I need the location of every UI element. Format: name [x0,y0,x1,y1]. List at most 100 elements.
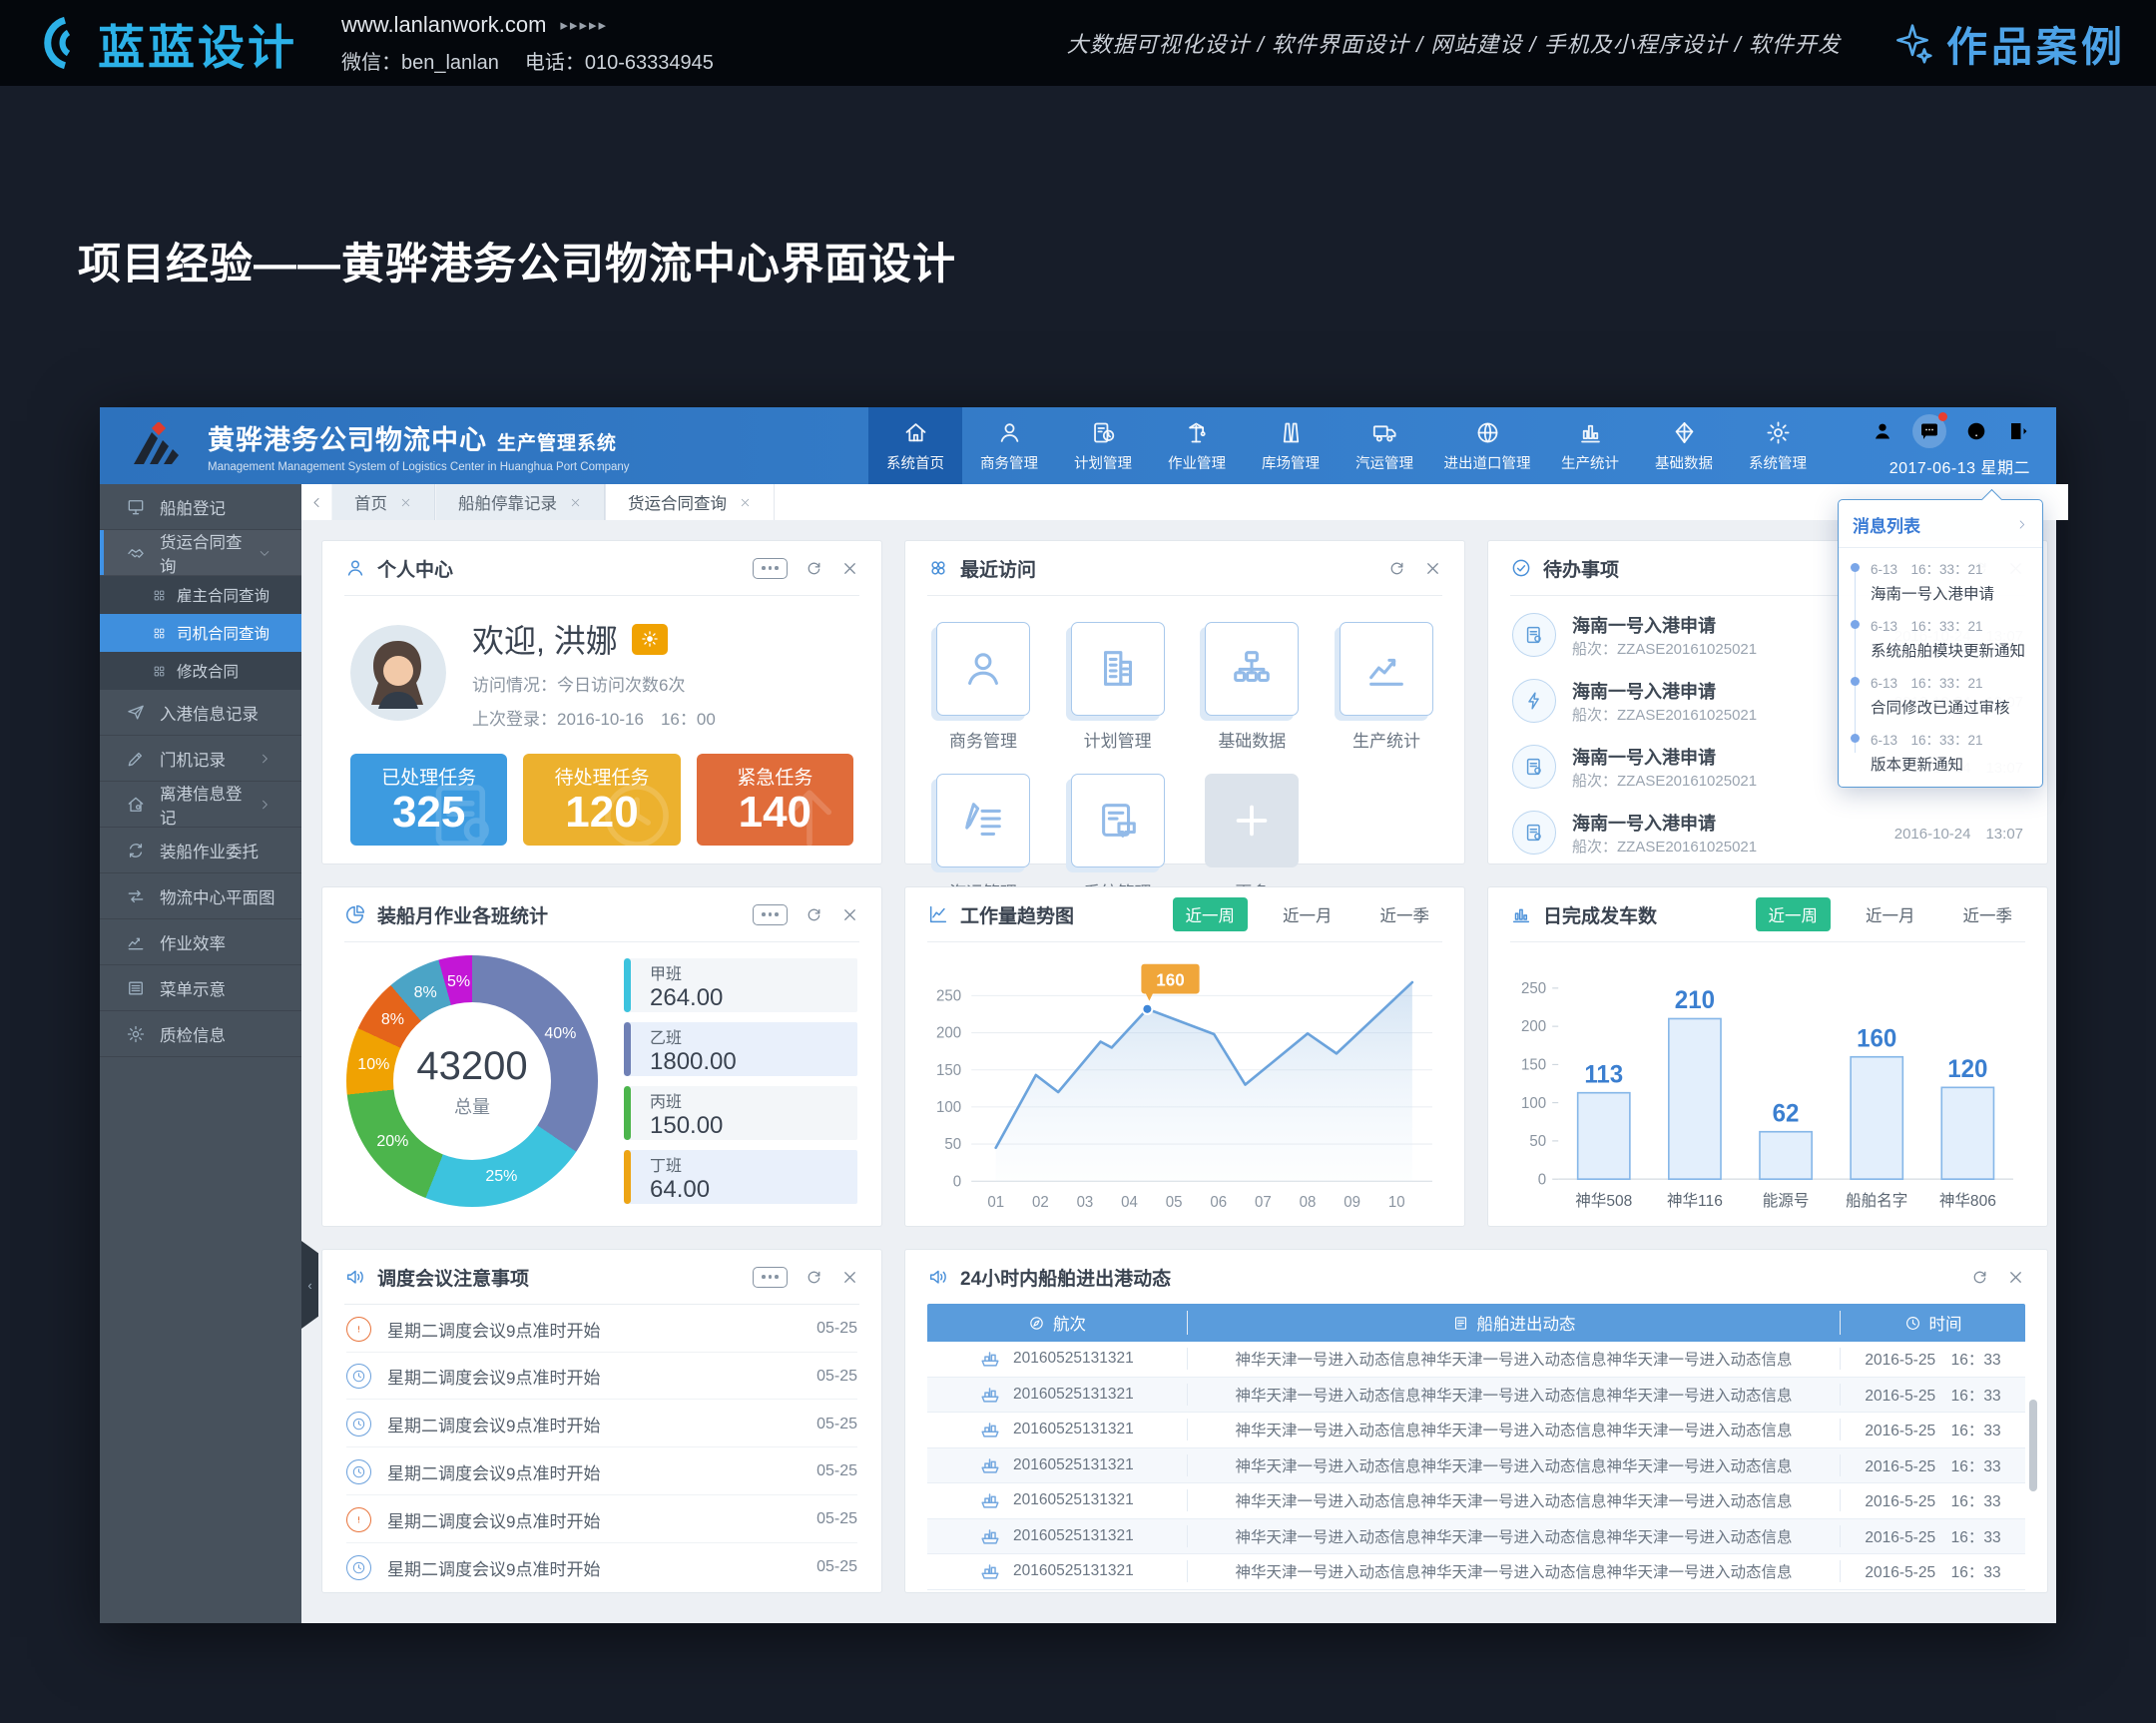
tab-close-icon[interactable] [739,496,752,509]
sidebar-item-菜单示意[interactable]: 菜单示意 [100,965,301,1011]
tab-货运合同查询[interactable]: 货运合同查询 [605,484,775,520]
shortcut-tile[interactable] [1205,774,1299,867]
todo-item[interactable]: 海南一号入港申请船次：ZZASE20161025021 2016-10-24 1… [1512,800,2023,865]
sidebar-item-离港信息登记[interactable]: 离港信息登记 [100,782,301,828]
sidebar-item-修改合同[interactable]: 修改合同 [100,652,301,690]
close-button[interactable] [1423,559,1442,578]
tab-船舶停靠记录[interactable]: 船舶停靠记录 [435,484,605,520]
todo-icon [1512,811,1556,855]
nav-item-作业管理[interactable]: 作业管理 [1150,407,1244,484]
table-scrollbar[interactable] [2029,1400,2037,1491]
filter-近一周[interactable]: 近一周 [1173,897,1249,931]
shortcut-基础数据[interactable]: 基础数据 [1204,622,1300,752]
nav-item-基础数据[interactable]: 基础数据 [1637,407,1731,484]
close-button[interactable] [840,559,859,578]
more-button[interactable] [753,558,788,579]
svg-text:能源号: 能源号 [1763,1192,1810,1210]
shortcut-更多[interactable]: 更多 [1204,774,1300,903]
shortcut-tile[interactable] [1205,622,1299,716]
sidebar-item-入港信息记录[interactable]: 入港信息记录 [100,690,301,736]
message-text: 版本更新通知 [1871,753,2032,775]
stat-card-已处理任务[interactable]: 已处理任务325 [350,754,507,846]
website-link[interactable]: www.lanlanwork.com [341,12,546,38]
message-item[interactable]: 6-13 16：33：21版本更新通知 [1839,729,2032,775]
shortcut-tile[interactable] [1071,774,1165,867]
shortcut-tile[interactable] [936,774,1030,867]
sidebar-item-雇主合同查询[interactable]: 雇主合同查询 [100,576,301,614]
nav-item-商务管理[interactable]: 商务管理 [962,407,1056,484]
nav-item-库场管理[interactable]: 库场管理 [1244,407,1338,484]
table-row[interactable]: 20160525131321 神华天津一号进入动态信息神华天津一号进入动态信息神… [927,1378,2025,1414]
portfolio-link[interactable]: 作品案例 [1890,13,2126,73]
table-row[interactable]: 20160525131321 神华天津一号进入动态信息神华天津一号进入动态信息神… [927,1448,2025,1484]
meeting-item[interactable]: 星期二调度会议9点准时开始 05-25 [346,1497,857,1543]
tab-首页[interactable]: 首页 [331,484,435,520]
sidebar-item-装船作业委托[interactable]: 装船作业委托 [100,828,301,873]
table-row[interactable]: 20160525131321 神华天津一号进入动态信息神华天津一号进入动态信息神… [927,1342,2025,1378]
message-item[interactable]: 6-13 16：33：21海南一号入港申请 [1839,558,2032,604]
sidebar-item-质检信息[interactable]: 质检信息 [100,1011,301,1057]
meeting-item[interactable]: 星期二调度会议9点准时开始 05-25 [346,1402,857,1447]
filter-近一季[interactable]: 近一季 [1367,897,1443,931]
logout-icon[interactable] [2006,419,2030,443]
refresh-button[interactable] [805,905,823,924]
sidebar-item-门机记录[interactable]: 门机记录 [100,736,301,782]
nav-item-系统管理[interactable]: 系统管理 [1731,407,1825,484]
close-button[interactable] [2006,1268,2025,1287]
shortcut-生产统计[interactable]: 生产统计 [1339,622,1434,752]
table-row[interactable]: 20160525131321 神华天津一号进入动态信息神华天津一号进入动态信息神… [927,1483,2025,1519]
tab-close-icon[interactable] [569,496,582,509]
nav-label: 生产统计 [1561,452,1619,473]
sidebar-item-物流中心平面图[interactable]: 物流中心平面图 [100,873,301,919]
shortcut-tile[interactable] [936,622,1030,716]
nav-label: 基础数据 [1655,452,1713,473]
shortcut-tile[interactable] [1071,622,1165,716]
refresh-button[interactable] [1387,559,1406,578]
tab-close-icon[interactable] [399,496,412,509]
refresh-button[interactable] [805,559,823,578]
profile-icon[interactable] [1871,419,1894,443]
message-item[interactable]: 6-13 16：33：21系统船舶模块更新通知 [1839,615,2032,661]
more-button[interactable] [753,904,788,925]
table-row[interactable]: 20160525131321 神华天津一号进入动态信息神华天津一号进入动态信息神… [927,1413,2025,1448]
refresh-button[interactable] [805,1268,823,1287]
stat-card-待处理任务[interactable]: 待处理任务120 [523,754,680,846]
filter-近一月[interactable]: 近一月 [1270,897,1346,931]
close-button[interactable] [840,905,859,924]
help-icon[interactable] [1964,419,1988,443]
voyage-number: 20160525131321 [1013,1386,1134,1404]
sidebar-collapse-handle[interactable]: ‹ [301,1241,318,1329]
sidebar-item-作业效率[interactable]: 作业效率 [100,919,301,965]
message-item[interactable]: 6-13 16：33：21合同修改已通过审核 [1839,672,2032,718]
shortcut-计划管理[interactable]: 计划管理 [1070,622,1166,752]
more-button[interactable] [753,1267,788,1288]
nav-item-生产统计[interactable]: 生产统计 [1543,407,1637,484]
chevron-right-icon[interactable] [2015,518,2028,531]
table-row[interactable]: 20160525131321 神华天津一号进入动态信息神华天津一号进入动态信息神… [927,1519,2025,1555]
filter-近一周[interactable]: 近一周 [1756,897,1832,931]
meeting-item[interactable]: 星期二调度会议9点准时开始 05-25 [346,1307,857,1353]
table-row[interactable]: 20160525131321 神华天津一号进入动态信息神华天津一号进入动态信息神… [927,1554,2025,1590]
nav-item-汽运管理[interactable]: 汽运管理 [1338,407,1431,484]
tab-scroll-left[interactable] [301,484,331,520]
filter-近一月[interactable]: 近一月 [1853,897,1928,931]
shortcut-商务管理[interactable]: 商务管理 [935,622,1031,752]
sidebar-item-司机合同查询[interactable]: 司机合同查询 [100,614,301,652]
filter-近一季[interactable]: 近一季 [1950,897,2026,931]
shortcut-汽运管理[interactable]: 汽运管理 [935,774,1031,903]
nav-item-系统首页[interactable]: 系统首页 [868,407,962,484]
messages-icon[interactable] [1912,414,1946,448]
nav-item-计划管理[interactable]: 计划管理 [1056,407,1150,484]
shortcut-系统管理[interactable]: 系统管理 [1070,774,1166,903]
shortcut-tile[interactable] [1340,622,1433,716]
close-button[interactable] [840,1268,859,1287]
meeting-item[interactable]: 星期二调度会议9点准时开始 05-25 [346,1544,857,1590]
stat-card-紧急任务[interactable]: 紧急任务140 [697,754,853,846]
sidebar-item-船舶登记[interactable]: 船舶登记 [100,484,301,530]
nav-item-进出道口管理[interactable]: 进出道口管理 [1431,407,1543,484]
refresh-button[interactable] [1970,1268,1989,1287]
card-title: 24小时内船舶进出港动态 [960,1264,1171,1291]
meeting-item[interactable]: 星期二调度会议9点准时开始 05-25 [346,1354,857,1400]
meeting-item[interactable]: 星期二调度会议9点准时开始 05-25 [346,1449,857,1495]
sidebar-item-货运合同查询[interactable]: 货运合同查询 [100,530,301,576]
